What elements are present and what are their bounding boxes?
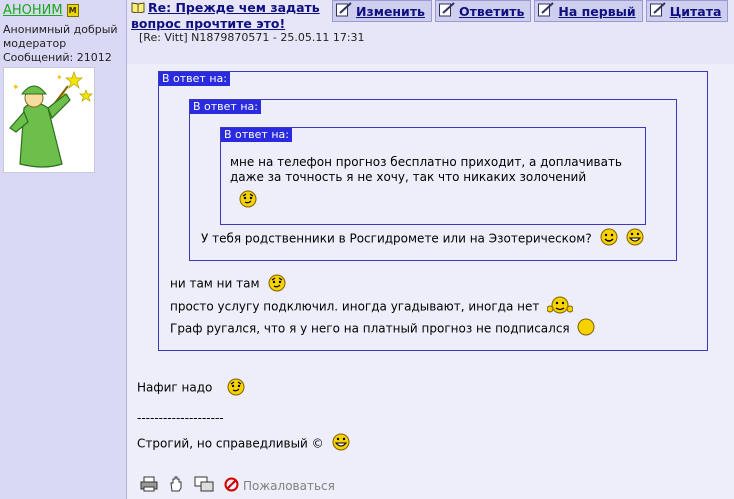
reply-label: Ответить (458, 3, 525, 19)
complain-label: Пожаловаться (243, 478, 335, 493)
author-sidebar: АНОНИМ М Анонимный добрый модератор Сооб… (0, 0, 127, 499)
write-icon (438, 2, 455, 20)
message-count: Сообщений: 21012 (3, 51, 112, 64)
quote1-line2-row: просто услугу подключил. иногда угадываю… (170, 295, 574, 319)
complain-link[interactable]: Пожаловаться (224, 477, 335, 495)
write-icon (538, 2, 555, 20)
quote2-line-row: У тебя родственники в Росгидромете или н… (201, 228, 645, 250)
quote3-line1: мне на телефон прогноз бесплатно приходи… (230, 155, 623, 169)
body-text: Нафиг надо (137, 380, 213, 395)
quote-label-level1: В ответ на: (159, 72, 230, 86)
quote1-line1: ни там ни там (170, 276, 260, 291)
post-header: Re: Прежде чем задать вопрос прочтите эт… (127, 0, 734, 64)
hand-icon[interactable] (168, 476, 184, 495)
reply-to-link[interactable]: [Re: Vitt] (139, 31, 188, 44)
edit-label: Изменить (356, 3, 425, 19)
smiley-blank-icon (577, 318, 595, 340)
pencil-icon (336, 2, 352, 20)
body-text-row: Нафиг надо (137, 376, 246, 400)
smiley-clap-icon (546, 295, 574, 319)
moderator-badge-icon: М (66, 4, 79, 17)
author-line: АНОНИМ М (3, 3, 79, 18)
book-icon (131, 1, 145, 16)
to-first-button[interactable]: На первый (534, 0, 643, 22)
quote1-line2: просто услугу подключил. иногда угадываю… (170, 299, 540, 314)
post-meta: [Re: Vitt] N1879870571 - 25.05.11 17:31 (131, 31, 365, 44)
edit-button[interactable]: Изменить (332, 0, 432, 22)
prohibit-icon (224, 477, 239, 495)
quote1-line3-row: Граф ругался, что я у него на платный пр… (170, 318, 595, 340)
quote-label-level2: В ответ на: (190, 100, 261, 114)
author-title: Анонимный добрый модератор (3, 23, 118, 50)
quote3-line2: даже за точность я не хочу, так что ника… (230, 170, 587, 184)
smiley-grin-icon (625, 228, 645, 250)
topic-title-link[interactable]: Re: Прежде чем задать вопрос прочтите эт… (131, 0, 331, 31)
avatar: ✦ ✦ (3, 67, 95, 173)
signature-row: Строгий, но справедливый © (137, 433, 351, 455)
smiley-smile-icon (600, 228, 618, 250)
quote-label: Цитата (669, 3, 722, 19)
post-footer: Пожаловаться (140, 476, 335, 495)
smiley-grin-icon (331, 433, 351, 455)
to-first-label: На первый (558, 3, 636, 19)
quote-button[interactable]: Цитата (645, 0, 729, 22)
print-icon[interactable] (140, 476, 158, 495)
topic-title-text: Re: Прежде чем задать вопрос прочтите эт… (131, 0, 320, 31)
reply-button[interactable]: Ответить (434, 0, 532, 22)
quote-icon (649, 2, 666, 20)
quote1-line3: Граф ругался, что я у него на платный пр… (170, 321, 570, 336)
quote3-smiley-row (238, 188, 258, 212)
windows-icon[interactable] (194, 476, 214, 495)
quote1-line1-row: ни там ни там (170, 272, 287, 296)
quote2-line: У тебя родственники в Росгидромете или н… (201, 231, 592, 246)
post-actions: Изменить Ответить На первый Цитата (332, 0, 729, 22)
author-name-link[interactable]: АНОНИМ (3, 3, 63, 18)
svg-text:✦: ✦ (12, 83, 20, 93)
quote-label-level3: В ответ на: (221, 128, 292, 142)
svg-text:✦: ✦ (56, 73, 63, 82)
post-id-date: N1879870571 - 25.05.11 17:31 (191, 31, 365, 44)
signature-text: Строгий, но справедливый © (137, 436, 324, 451)
smiley-wink-icon (226, 376, 246, 400)
smiley-wink-icon (238, 190, 258, 211)
signature-separator: -------------------- (137, 411, 224, 425)
smiley-wink-icon (267, 272, 287, 296)
